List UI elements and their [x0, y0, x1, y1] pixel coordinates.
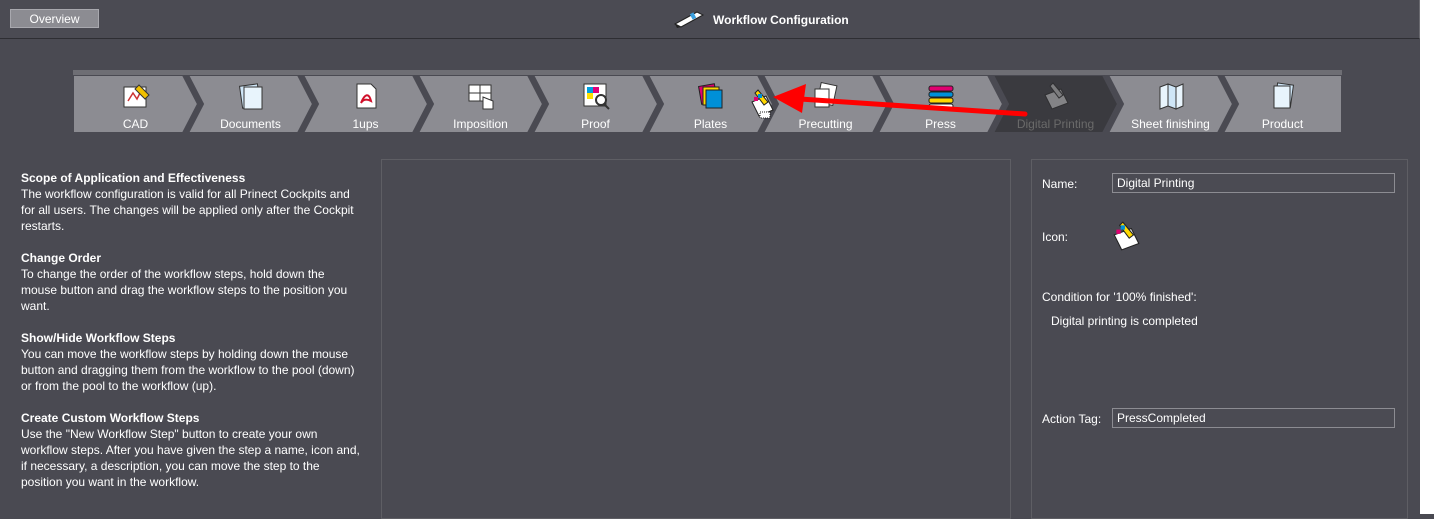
window-title: Workflow Configuration [673, 9, 849, 31]
workflow-step-documents[interactable]: Documents [188, 75, 313, 133]
workflow-step-label: Precutting [798, 117, 853, 131]
workflow-step-label: Digital Printing [1016, 117, 1095, 131]
name-field[interactable]: Digital Printing [1112, 173, 1395, 193]
workflow-step-label: Proof [581, 117, 610, 131]
help-heading: Create Custom Workflow Steps [21, 411, 200, 425]
workflow-pen-icon [673, 8, 705, 33]
workflow-step-sheet-finishing[interactable]: Sheet finishing [1108, 75, 1233, 133]
help-paragraph: Use the "New Workflow Step" button to cr… [21, 427, 360, 489]
drag-cursor-icon [751, 89, 774, 119]
digital-printing-icon[interactable] [1110, 220, 1142, 252]
precutting-icon [814, 81, 837, 108]
workflow-step-imposition[interactable]: Imposition [418, 75, 543, 133]
workflow-step-1ups[interactable]: 1ups [303, 75, 428, 133]
workflow-step-proof[interactable]: Proof [533, 75, 658, 133]
help-paragraph: To change the order of the workflow step… [21, 267, 348, 313]
desktop-background [1420, 0, 1434, 514]
condition-value: Digital printing is completed [1051, 314, 1198, 328]
workflow-step-press[interactable]: Press [878, 75, 1003, 133]
condition-label: Condition for '100% finished': [1042, 290, 1197, 304]
workflow-pool-panel[interactable] [381, 159, 1011, 519]
workflow-step-cad[interactable]: CAD [73, 75, 198, 133]
press-icon [928, 85, 953, 109]
sheet-finishing-icon [1159, 83, 1183, 110]
help-paragraph: You can move the workflow steps by holdi… [21, 347, 355, 393]
icon-label: Icon: [1042, 230, 1069, 244]
digital-printing-icon [1043, 82, 1069, 110]
proof-icon [583, 83, 610, 110]
workflow-step-label: Sheet finishing [1131, 117, 1210, 131]
overview-button[interactable]: Overview [10, 9, 99, 28]
step-properties-panel: Name: Digital Printing Icon: Condition f… [1031, 159, 1408, 519]
workflow-strip: CAD Documents 1ups Imposition Proof Plat… [73, 70, 1342, 133]
product-icon [1273, 82, 1294, 109]
workflow-step-precutting[interactable]: Precutting [763, 75, 888, 133]
workflow-step-label: Documents [220, 117, 281, 131]
action-tag-label: Action Tag: [1042, 412, 1102, 426]
workflow-step-digital-printing[interactable]: Digital Printing [993, 75, 1118, 133]
pdf-icon [356, 83, 376, 109]
title-bar: Overview Workflow Configuration [0, 0, 1420, 39]
action-tag-field[interactable]: PressCompleted [1112, 408, 1395, 428]
workflow-step-label: Imposition [453, 117, 508, 131]
imposition-icon [468, 84, 493, 110]
name-label: Name: [1042, 177, 1078, 191]
help-heading: Scope of Application and Effectiveness [21, 171, 246, 185]
help-paragraph: The workflow configuration is valid for … [21, 187, 354, 233]
help-heading: Change Order [21, 251, 102, 265]
workflow-step-label: Press [925, 117, 956, 131]
documents-icon [238, 83, 262, 110]
cad-icon [123, 84, 150, 108]
help-text: Scope of Application and Effectiveness T… [21, 170, 361, 506]
help-heading: Show/Hide Workflow Steps [21, 331, 176, 345]
workflow-step-label: Product [1261, 117, 1304, 131]
workflow-step-product[interactable]: Product [1223, 75, 1342, 133]
page-title: Workflow Configuration [713, 13, 849, 27]
workflow-step-label: 1ups [352, 117, 379, 131]
plates-icon [697, 83, 722, 109]
workflow-step-label: CAD [122, 117, 149, 131]
